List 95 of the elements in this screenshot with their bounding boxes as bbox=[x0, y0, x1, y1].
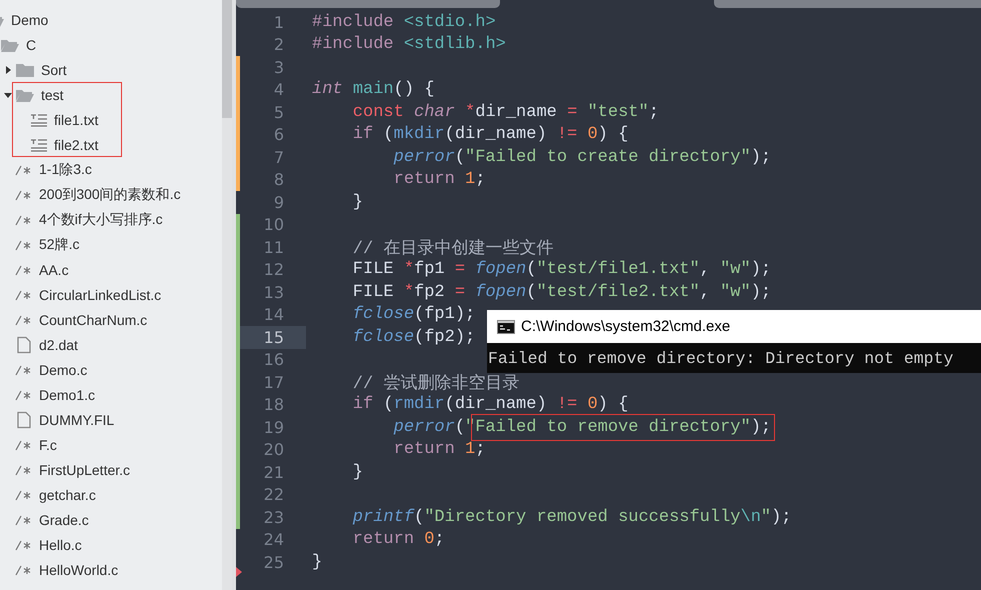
text-lines-icon bbox=[30, 138, 48, 152]
tree-item[interactable]: AA.c bbox=[39, 262, 69, 278]
code-line: FILE *fp2 = fopen("test/file2.txt", "w"); bbox=[352, 282, 772, 302]
tree-item[interactable]: C bbox=[26, 36, 36, 52]
tree-item[interactable]: Grade.c bbox=[39, 512, 89, 528]
scrollbar-thumb[interactable] bbox=[222, 0, 232, 118]
code-comment-icon bbox=[15, 488, 33, 500]
tree-item[interactable]: Demo1.c bbox=[39, 386, 96, 402]
line-number: 24 bbox=[262, 530, 284, 550]
code-line: return 0; bbox=[352, 530, 445, 550]
code-line: if (mkdir(dir_name) != 0) { bbox=[352, 125, 628, 144]
window-title: C:\Windows\system32\cmd.exe bbox=[521, 318, 730, 335]
code-line: } bbox=[352, 462, 364, 482]
code-line: } bbox=[312, 552, 322, 572]
code-comment-icon bbox=[15, 464, 33, 476]
line-number: 9 bbox=[272, 192, 284, 212]
tree-item[interactable]: 200到300间的素数和.c bbox=[39, 186, 181, 204]
line-number: 21 bbox=[262, 462, 284, 482]
tree-item[interactable]: d2.dat bbox=[39, 336, 78, 352]
code-line: } bbox=[352, 192, 364, 212]
code-line: fclose(fp1); bbox=[352, 305, 476, 324]
code-line: return 1; bbox=[392, 170, 486, 190]
code-line: #include <stdio.h> bbox=[312, 12, 496, 32]
line-number: 11 bbox=[262, 238, 284, 257]
editor-tab[interactable] bbox=[714, 0, 981, 8]
line-number: 13 bbox=[262, 282, 284, 302]
tree-item[interactable]: file1.txt bbox=[54, 112, 98, 128]
caret-right-icon[interactable] bbox=[3, 64, 13, 74]
line-number: 12 bbox=[262, 260, 284, 280]
tree-item[interactable]: FirstUpLetter.c bbox=[39, 462, 130, 478]
editor-tab[interactable] bbox=[236, 0, 500, 8]
code-comment-icon bbox=[15, 264, 33, 276]
code-comment-icon bbox=[15, 288, 33, 300]
line-number: 22 bbox=[262, 485, 284, 504]
line-number: 4 bbox=[272, 80, 284, 100]
code-line: const char *dir_name = "test"; bbox=[352, 102, 659, 122]
tree-item[interactable]: HelloWorld.c bbox=[39, 562, 118, 578]
code-comment-icon bbox=[15, 514, 33, 526]
tree-item[interactable]: 4个数if大小写排序.c bbox=[39, 210, 163, 228]
tree-item[interactable]: DUMMY.FIL bbox=[39, 412, 114, 428]
tree-item[interactable]: F.c bbox=[39, 436, 57, 452]
line-number: 17 bbox=[262, 372, 284, 392]
line-number: 18 bbox=[262, 395, 284, 414]
terminal-icon bbox=[497, 320, 515, 334]
code-comment-icon bbox=[15, 364, 33, 376]
line-number: 16 bbox=[262, 350, 284, 370]
line-number: 25 bbox=[262, 552, 284, 572]
code-comment-icon bbox=[15, 538, 33, 550]
line-number: 19 bbox=[262, 418, 284, 437]
code-line: #include <stdlib.h> bbox=[312, 35, 506, 54]
line-number: 23 bbox=[262, 508, 284, 527]
code-comment-icon bbox=[15, 564, 33, 576]
line-number: 6 bbox=[272, 125, 284, 144]
code-line: return 1; bbox=[392, 440, 486, 460]
tree-item[interactable]: getchar.c bbox=[39, 486, 96, 502]
line-number: 10 bbox=[262, 215, 284, 234]
tree-item[interactable]: Hello.c bbox=[39, 536, 82, 552]
tree-item[interactable]: Sort bbox=[41, 62, 67, 78]
code-line: if (rmdir(dir_name) != 0) { bbox=[352, 395, 628, 414]
tree-item[interactable]: Demo bbox=[11, 12, 48, 28]
line-number: 15 bbox=[262, 328, 284, 347]
line-number: 20 bbox=[262, 440, 284, 460]
line-number: 7 bbox=[272, 148, 284, 167]
file-icon bbox=[15, 410, 33, 428]
line-number: 8 bbox=[272, 170, 284, 190]
line-number: 3 bbox=[272, 58, 284, 77]
code-comment-icon bbox=[15, 214, 33, 226]
code-comment-icon bbox=[15, 188, 33, 200]
tree-item[interactable]: CircularLinkedList.c bbox=[39, 286, 162, 302]
text-lines-icon bbox=[30, 112, 48, 126]
code-line: fclose(fp2); bbox=[352, 328, 476, 347]
tree-item[interactable]: 52牌.c bbox=[39, 236, 80, 254]
line-number: 14 bbox=[262, 305, 284, 324]
code-comment-icon bbox=[15, 438, 33, 450]
code-comment-icon bbox=[15, 164, 33, 176]
line-number: 1 bbox=[272, 12, 284, 32]
tree-item[interactable]: CountCharNum.c bbox=[39, 312, 148, 328]
file-icon bbox=[15, 336, 33, 354]
code-comment-icon bbox=[15, 314, 33, 326]
tree-item[interactable]: test bbox=[41, 86, 64, 102]
line-number: 2 bbox=[272, 35, 284, 54]
code-line: printf("Directory removed successfully\n"); bbox=[352, 508, 792, 527]
tree-item[interactable]: 1-1除3.c bbox=[39, 160, 92, 178]
scrollbar[interactable] bbox=[222, 0, 232, 590]
code-line: // 在目录中创建一些文件 bbox=[352, 238, 554, 259]
tree-item[interactable]: file2.txt bbox=[54, 136, 98, 152]
code-comment-icon bbox=[15, 388, 33, 400]
code-line: perror("Failed to create directory"); bbox=[392, 148, 772, 167]
code-line: // 尝试删除非空目录 bbox=[352, 372, 520, 394]
tree-item[interactable]: Demo.c bbox=[39, 362, 88, 378]
line-number: 5 bbox=[272, 102, 284, 122]
console-output: Failed to remove directory: Directory not empty bbox=[488, 348, 954, 368]
code-line: FILE *fp1 = fopen("test/file1.txt", "w"); bbox=[352, 260, 772, 280]
code-comment-icon bbox=[15, 238, 33, 250]
code-line: int main() { bbox=[312, 80, 434, 100]
